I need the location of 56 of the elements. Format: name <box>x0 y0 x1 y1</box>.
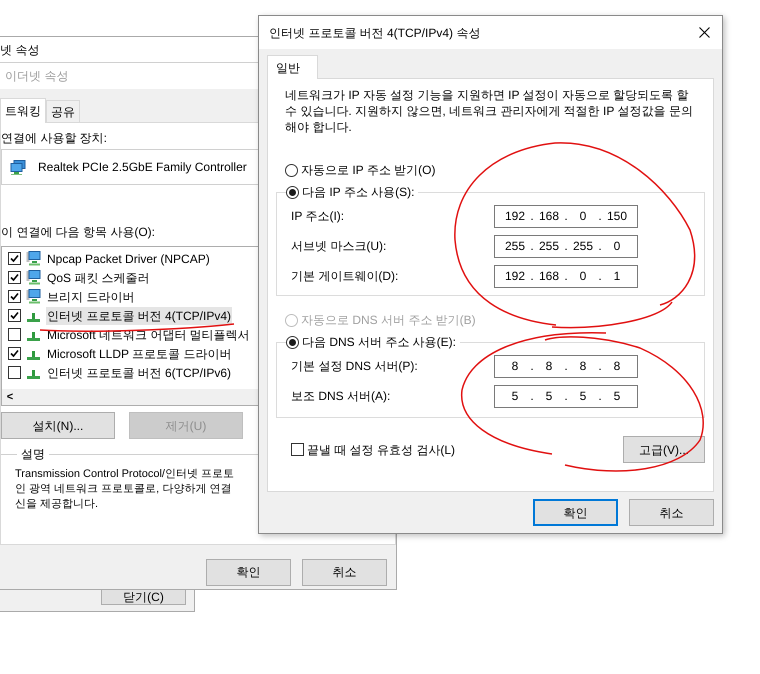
network-service-icon <box>26 289 41 304</box>
list-item[interactable]: 인터넷 프로토콜 버전 6(TCP/IPv6) <box>46 364 232 382</box>
dialog-button[interactable]: 설치(N)... <box>1 412 115 439</box>
ip-address-field[interactable]: 5 . 5 . 5 . 5 <box>494 384 638 408</box>
checkbox[interactable] <box>8 252 21 265</box>
checkbox[interactable] <box>8 309 21 322</box>
checkbox-label: 끝낼 때 설정 유효성 검사(L) <box>307 442 456 458</box>
ip-address-field[interactable]: 8 . 8 . 8 . 8 <box>494 354 638 378</box>
dialog-button[interactable]: 취소 <box>302 558 387 586</box>
network-adapter-icon <box>10 160 26 174</box>
group-title: 설명 <box>20 446 46 463</box>
network-service-icon <box>26 270 41 285</box>
ip-address-field[interactable]: 255 . 255 . 255 . 0 <box>494 234 638 258</box>
checkbox[interactable] <box>291 443 304 456</box>
ip-address-field[interactable]: 192 . 168 . 0 . 150 <box>494 204 638 228</box>
checkbox[interactable] <box>8 347 21 360</box>
advanced-button[interactable]: 고급(V)... <box>623 436 705 463</box>
radio-label: 자동으로 DNS 서버 주소 받기(B) <box>301 312 476 329</box>
tab[interactable]: 일반 <box>267 55 318 79</box>
tab[interactable]: 공유 <box>46 100 80 123</box>
field-label: 서브넷 마스크(U): <box>291 238 388 255</box>
close-icon[interactable] <box>699 27 710 38</box>
close-button[interactable]: 닫기(C) <box>101 589 186 605</box>
scroll-left-arrow[interactable]: < <box>2 388 18 406</box>
radio-button[interactable] <box>285 164 298 176</box>
radio-button[interactable] <box>286 186 299 198</box>
dialog-title: 인터넷 프로토콜 버전 4(TCP/IPv4) 속성 <box>269 24 480 42</box>
field-label: 기본 게이트웨이(D): <box>291 268 400 285</box>
window-subtitle: 이더넷 속성 <box>5 68 68 85</box>
dialog-button[interactable]: 확인 <box>206 558 291 586</box>
radio-label: 자동으로 IP 주소 받기(O) <box>301 162 436 179</box>
ip-address-field[interactable]: 192 . 168 . 0 . 1 <box>494 264 638 288</box>
radio-button[interactable] <box>286 336 299 348</box>
checkbox[interactable] <box>8 366 21 379</box>
section-label: 이 연결에 다음 항목 사용(O): <box>1 224 155 241</box>
device-name: Realtek PCIe 2.5GbE Family Controller <box>38 159 247 176</box>
checkbox[interactable] <box>8 271 21 284</box>
list-item[interactable]: Npcap Packet Driver (NPCAP) <box>46 250 211 268</box>
radio-label: 다음 DNS 서버 주소 사용(E): <box>302 334 456 351</box>
tab[interactable]: 트워킹 <box>0 98 46 123</box>
network-service-icon <box>26 251 41 266</box>
list-item[interactable]: 브리지 드라이버 <box>46 288 136 306</box>
radio-label: 다음 IP 주소 사용(S): <box>302 184 414 201</box>
field-label: 기본 설정 DNS 서버(P): <box>291 358 419 375</box>
description-text: Transmission Control Protocol/인터넷 프로토 인 광역 네트워크 프로토콜로, 다양하게 연결 신을 제공합니다. <box>15 467 234 512</box>
checkbox[interactable] <box>8 290 21 303</box>
dialog-button[interactable]: 확인 <box>533 499 618 526</box>
section-label: 연결에 사용할 장치: <box>1 130 108 147</box>
dialog-button[interactable]: 취소 <box>629 499 714 526</box>
list-item[interactable]: Microsoft LLDP 프로토콜 드라이버 <box>46 344 232 362</box>
intro-text: 네트워크가 IP 자동 설정 기능을 지원하면 IP 설정이 자동으로 할당되도록 할 수 있습니다. 지원하지 않으면, 네트워크 관리자에게 적절한 IP 설정값을 문의해야 합니다. <box>285 87 694 135</box>
list-item[interactable]: QoS 패킷 스케줄러 <box>46 268 151 286</box>
list-item[interactable]: 인터넷 프로토콜 버전 4(TCP/IPv4) <box>46 306 232 324</box>
field-label: IP 주소(I): <box>291 208 346 225</box>
window-title: 넷 속성 <box>0 42 40 58</box>
checkbox[interactable] <box>8 328 21 341</box>
